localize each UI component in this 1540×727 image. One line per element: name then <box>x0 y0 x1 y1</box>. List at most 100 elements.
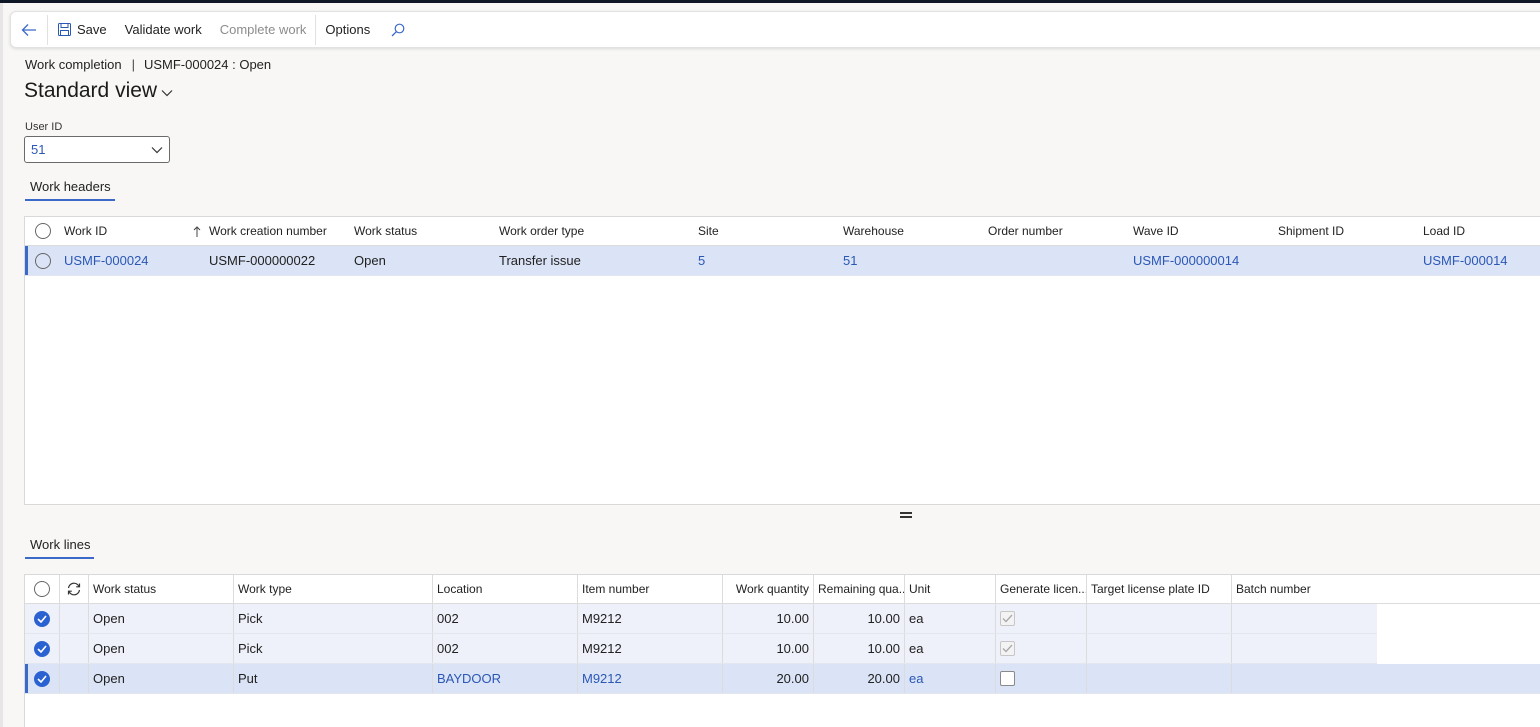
column-header-batch-number[interactable]: Batch number <box>1232 575 1377 603</box>
tab-work-headers[interactable]: Work headers <box>25 177 115 201</box>
search-icon <box>391 23 405 36</box>
breadcrumb: Work completion | USMF-000024 : Open <box>25 57 271 72</box>
work-type-cell: Put <box>234 664 433 693</box>
row-select-radio[interactable] <box>34 252 51 269</box>
work-creation-number-cell: USMF-000000022 <box>209 253 316 268</box>
work-type-cell: Pick <box>234 634 433 663</box>
column-header-warehouse[interactable]: Warehouse <box>839 217 984 245</box>
column-header-wave-id[interactable]: Wave ID <box>1129 217 1274 245</box>
column-header-work-status[interactable]: Work status <box>350 217 495 245</box>
column-header-work-order-type[interactable]: Work order type <box>495 217 694 245</box>
user-id-dropdown[interactable]: 51 <box>24 136 170 163</box>
row-select[interactable] <box>25 604 60 633</box>
column-header-order-number[interactable]: Order number <box>984 217 1129 245</box>
row-checked-icon[interactable] <box>34 610 50 627</box>
column-header-generate-license-plate[interactable]: Generate licen... <box>996 575 1087 603</box>
column-header-target-license-plate-id[interactable]: Target license plate ID <box>1087 575 1232 603</box>
generate-license-plate-checkbox <box>1000 641 1015 656</box>
column-header-load-id[interactable]: Load ID <box>1419 217 1537 245</box>
order-number-cell <box>984 246 1129 275</box>
refresh-icon <box>67 582 81 596</box>
chevron-down-icon <box>151 146 163 153</box>
row-marker <box>60 634 89 663</box>
work-status-cell: Open <box>354 253 386 268</box>
column-header-site[interactable]: Site <box>694 217 839 245</box>
work-status-cell: Open <box>89 634 234 663</box>
column-header-label: Work ID <box>64 224 108 238</box>
grid-header-row: Work status Work type Location Item numb… <box>25 575 1540 604</box>
search-button[interactable] <box>383 12 413 48</box>
validate-work-button[interactable]: Validate work <box>116 12 211 48</box>
unit-cell: ea <box>905 634 996 663</box>
unit-cell: ea <box>905 604 996 633</box>
column-header-work-quantity[interactable]: Work quantity <box>723 575 814 603</box>
warehouse-link[interactable]: 51 <box>839 246 984 275</box>
table-row[interactable]: Open Pick 002 M9212 10.00 10.00 ea <box>25 604 1377 634</box>
table-row[interactable]: USMF-000024 USMF-000000022 Open Transfer… <box>25 246 1540 276</box>
sort-ascending-icon <box>193 225 201 237</box>
tab-work-lines[interactable]: Work lines <box>25 535 95 559</box>
generate-license-plate-checkbox <box>1000 611 1015 626</box>
grid-splitter-handle[interactable] <box>900 512 912 518</box>
page-title: Standard view <box>24 79 158 102</box>
load-id-link[interactable]: USMF-000014 <box>1419 246 1537 275</box>
location-cell: 002 <box>433 604 578 633</box>
column-header-work-creation-number[interactable]: Work creation number <box>205 217 350 245</box>
back-button[interactable] <box>11 12 47 48</box>
options-tab[interactable]: Options <box>316 12 379 48</box>
item-number-link[interactable]: M9212 <box>578 664 723 693</box>
location-cell: 002 <box>433 634 578 663</box>
shipment-id-cell <box>1274 246 1419 275</box>
column-header-unit[interactable]: Unit <box>905 575 996 603</box>
column-header-work-type[interactable]: Work type <box>234 575 433 603</box>
row-select[interactable] <box>25 246 60 275</box>
view-selector[interactable]: Standard view <box>24 79 173 103</box>
save-icon <box>58 23 71 36</box>
wave-id-link[interactable]: USMF-000000014 <box>1129 246 1274 275</box>
select-all-header[interactable] <box>25 575 60 603</box>
work-order-type-cell: Transfer issue <box>499 253 581 268</box>
select-all-radio[interactable] <box>34 223 51 239</box>
breadcrumb-form: Work completion <box>25 57 122 72</box>
target-license-plate-id-cell[interactable] <box>1087 664 1232 693</box>
user-id-value: 51 <box>31 142 46 157</box>
target-license-plate-id-cell <box>1087 634 1232 663</box>
window-top-strip <box>0 0 1540 3</box>
remaining-quantity-cell: 10.00 <box>814 604 905 633</box>
row-marker <box>60 664 89 693</box>
table-row[interactable]: Open Pick 002 M9212 10.00 10.00 ea <box>25 634 1377 664</box>
work-quantity-cell: 10.00 <box>723 634 814 663</box>
refresh-button[interactable] <box>60 575 89 603</box>
save-button-label: Save <box>77 22 107 37</box>
row-select[interactable] <box>25 664 60 693</box>
select-all-header[interactable] <box>25 217 60 245</box>
work-quantity-cell: 20.00 <box>723 664 814 693</box>
remaining-quantity-cell: 20.00 <box>814 664 905 693</box>
row-checked-icon[interactable] <box>34 670 50 687</box>
row-checked-icon[interactable] <box>34 640 50 657</box>
site-link[interactable]: 5 <box>694 246 839 275</box>
save-button[interactable]: Save <box>48 12 116 48</box>
table-row[interactable]: Open Put BAYDOOR M9212 20.00 20.00 ea <box>25 664 1540 694</box>
batch-number-cell <box>1232 604 1377 633</box>
column-header-work-status[interactable]: Work status <box>89 575 234 603</box>
batch-number-cell <box>1232 634 1377 663</box>
checkmark-icon <box>1002 644 1013 653</box>
generate-license-plate-cell <box>996 604 1087 633</box>
batch-number-cell[interactable] <box>1232 664 1377 693</box>
generate-license-plate-cell <box>996 634 1087 663</box>
generate-license-plate-checkbox[interactable] <box>1000 671 1015 686</box>
column-header-item-number[interactable]: Item number <box>578 575 723 603</box>
back-arrow-icon <box>21 23 36 36</box>
row-marker <box>60 604 89 633</box>
location-link[interactable]: BAYDOOR <box>433 664 578 693</box>
column-header-shipment-id[interactable]: Shipment ID <box>1274 217 1419 245</box>
unit-link[interactable]: ea <box>905 664 996 693</box>
row-select[interactable] <box>25 634 60 663</box>
column-header-work-id[interactable]: Work ID <box>60 217 205 245</box>
column-header-remaining-quantity[interactable]: Remaining qua... <box>814 575 905 603</box>
complete-work-button[interactable]: Complete work <box>211 12 316 48</box>
column-header-location[interactable]: Location <box>433 575 578 603</box>
select-all-radio[interactable] <box>34 581 50 597</box>
work-id-link[interactable]: USMF-000024 <box>60 246 205 275</box>
